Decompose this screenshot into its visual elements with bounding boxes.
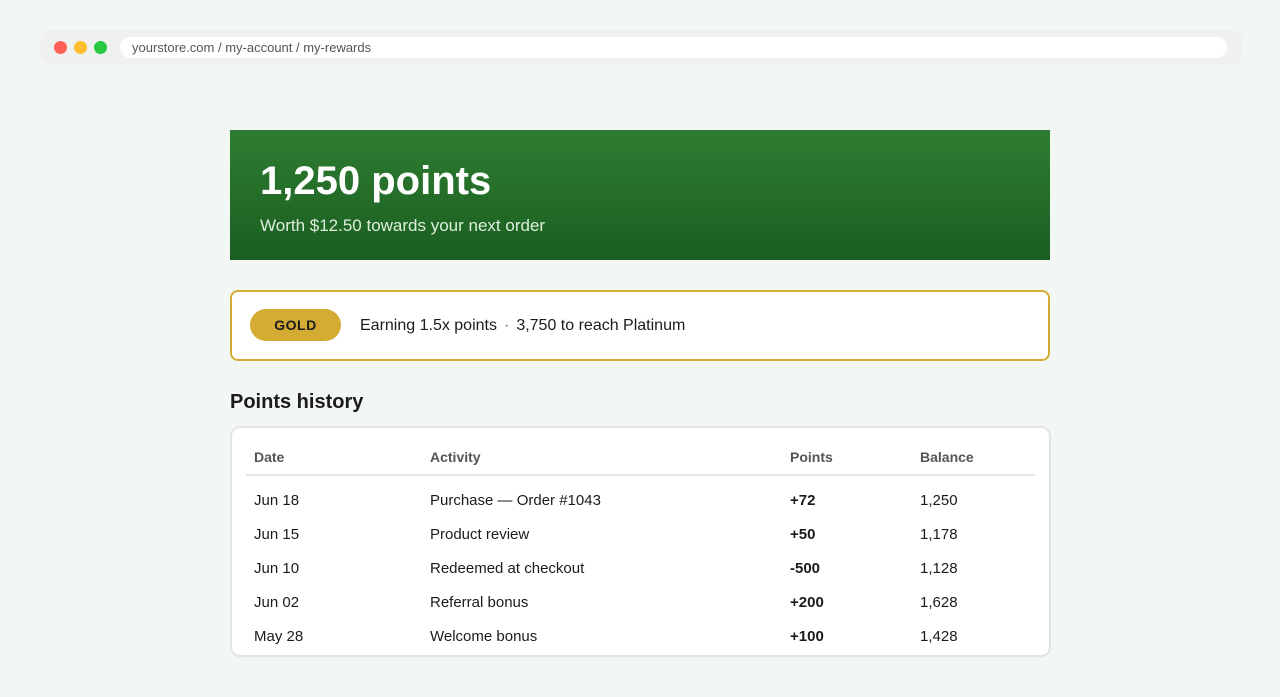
maximize-window-button[interactable] <box>94 41 107 54</box>
table-header-row: Date Activity Points Balance <box>246 440 1035 476</box>
column-header-balance: Balance <box>912 440 1035 476</box>
column-header-points: Points <box>782 440 912 476</box>
row-points: +72 <box>790 492 816 509</box>
row-balance: 1,128 <box>920 559 958 577</box>
row-activity: Welcome bonus <box>430 627 538 645</box>
points-history-table: Date Activity Points Balance Jun 18 Purc… <box>246 440 1035 653</box>
browser-bar: yourstore.com / my-account / my-rewards <box>40 30 1242 65</box>
row-activity: Product review <box>430 525 530 543</box>
tier-info: Earning 1.5x points · 3,750 to reach Plati… <box>360 316 685 336</box>
row-date: Jun 15 <box>254 525 300 543</box>
row-points: -500 <box>790 559 821 577</box>
points-history-card: Date Activity Points Balance Jun 18 Purc… <box>230 426 1051 657</box>
close-window-button[interactable] <box>54 41 67 54</box>
points-total: 1,250 points <box>260 159 492 203</box>
address-bar[interactable]: yourstore.com / my-account / my-rewards <box>120 37 1227 58</box>
row-activity: Referral bonus <box>430 593 529 611</box>
row-balance: 1,250 <box>920 492 958 509</box>
column-header-activity: Activity <box>422 440 782 476</box>
next-tier-progress-text: 3,750 to reach Platinum <box>516 317 686 334</box>
earning-rate-text: Earning 1.5x points <box>360 317 497 334</box>
table-row: Jun 10 Redeemed at checkout -500 1,128 <box>246 551 1035 585</box>
table-row: Jun 02 Referral bonus +200 1,628 <box>246 585 1035 619</box>
row-date: May 28 <box>254 627 304 645</box>
row-balance: 1,428 <box>920 627 958 645</box>
points-history-title: Points history <box>230 391 364 413</box>
minimize-window-button[interactable] <box>74 41 87 54</box>
tier-status-card: GOLD Earning 1.5x points · 3,750 to reach … <box>230 290 1050 361</box>
row-activity: Redeemed at checkout <box>430 559 585 577</box>
column-header-date: Date <box>246 440 422 476</box>
table-row: Jun 15 Product review +50 1,178 <box>246 517 1035 551</box>
table-row: Jun 18 Purchase — Order #1043 +72 1,250 <box>246 475 1035 517</box>
table-row: May 28 Welcome bonus +100 1,428 <box>246 619 1035 653</box>
row-points: +200 <box>790 593 824 611</box>
row-activity: Purchase — Order #1043 <box>430 492 601 509</box>
row-date: Jun 02 <box>254 593 300 611</box>
row-points: +100 <box>790 627 824 645</box>
row-date: Jun 10 <box>254 559 300 577</box>
separator-dot: · <box>503 317 510 334</box>
row-points: +50 <box>790 525 816 543</box>
row-balance: 1,628 <box>920 593 958 611</box>
row-date: Jun 18 <box>254 492 300 509</box>
tier-badge: GOLD <box>250 309 341 341</box>
points-summary-banner: 1,250 points Worth $12.50 towards your n… <box>230 130 1050 260</box>
row-balance: 1,178 <box>920 525 958 543</box>
points-value-text: Worth $12.50 towards your next order <box>260 216 546 235</box>
